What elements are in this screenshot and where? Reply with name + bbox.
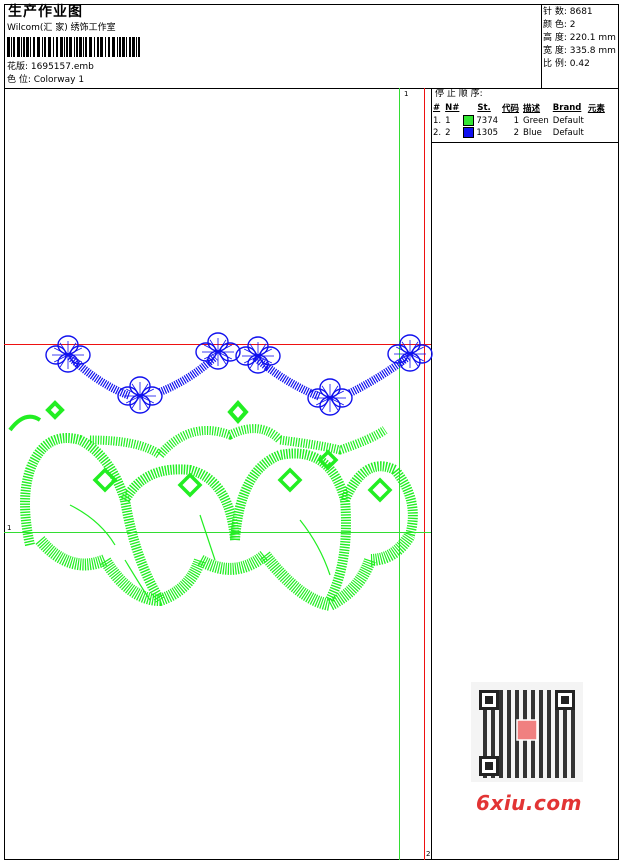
- marker-left: 1: [7, 524, 12, 532]
- blue-flower: [195, 332, 241, 370]
- blue-flower: [45, 335, 91, 373]
- blue-flower: [235, 336, 281, 374]
- marker-bottom: 2: [426, 850, 431, 858]
- green-lace: [8, 399, 418, 612]
- blue-flower: [117, 376, 163, 414]
- marker-top: 1: [404, 90, 409, 98]
- blue-flower: [387, 334, 433, 372]
- qr-code: [471, 682, 583, 782]
- blue-flower: [307, 378, 353, 416]
- watermark-site: 6xiu.com: [476, 791, 582, 815]
